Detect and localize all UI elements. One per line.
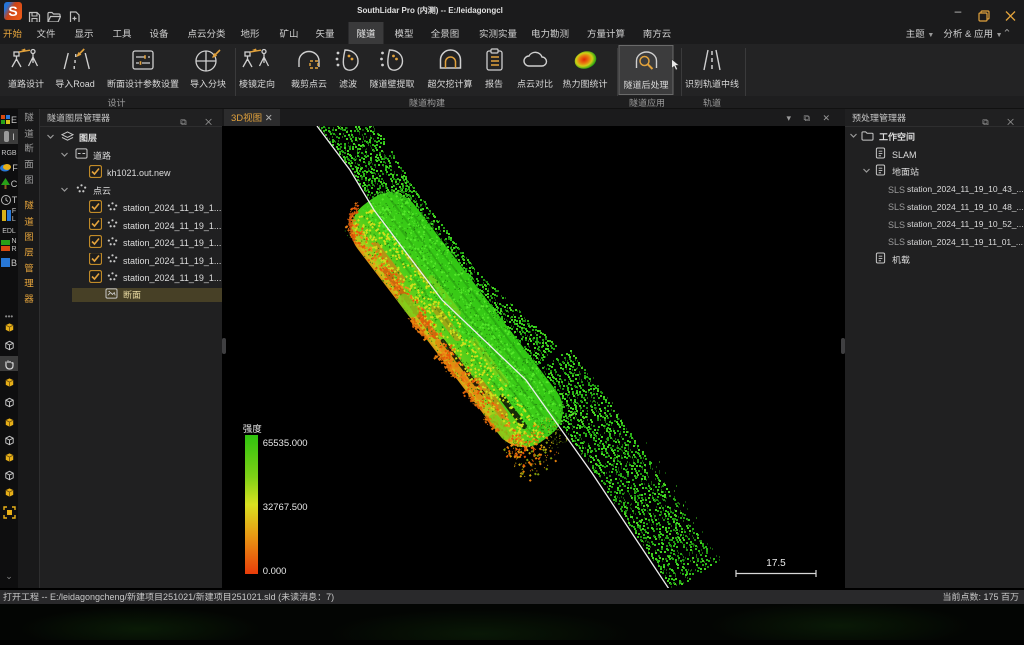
- svg-text:S: S: [8, 3, 17, 19]
